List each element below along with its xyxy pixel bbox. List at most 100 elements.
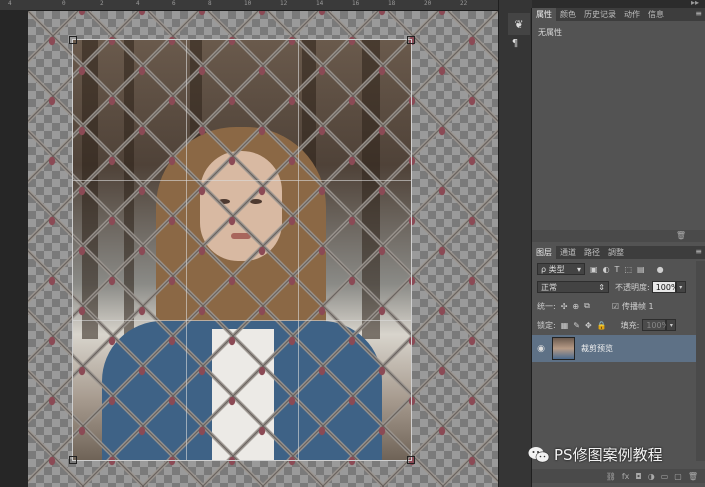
horizontal-ruler: 4 0 2 4 6 8 10 12 14 16 18 20 22 <box>0 0 500 11</box>
tab-paths[interactable]: 路径 <box>580 246 604 259</box>
tab-actions[interactable]: 动作 <box>620 8 644 21</box>
fence-knot <box>318 11 326 16</box>
unify-label: 统一: <box>537 301 556 311</box>
ruler-tick: 4 <box>8 0 12 7</box>
adjustment-icon[interactable]: ◑ <box>648 472 655 481</box>
crop-handle[interactable] <box>69 456 77 464</box>
fence-knot <box>48 156 56 166</box>
layer-filter-row: ρ 类型 ▾ ▣ ◐ T ⬚ ▤ ● <box>532 261 705 277</box>
fence-knot <box>468 216 476 226</box>
crop-handle[interactable] <box>407 456 415 464</box>
layer-thumbnail <box>552 337 575 360</box>
ruler-tick: 0 <box>62 0 66 7</box>
filter-kind-label: ρ 类型 <box>541 264 565 274</box>
properties-footer: 🗑 <box>532 230 705 242</box>
lock-image-icon[interactable]: ✎ <box>573 321 580 330</box>
visibility-eye-icon[interactable]: ◉ <box>534 344 548 354</box>
collapse-icon[interactable]: ▸▸ <box>691 0 699 7</box>
unify-position-icon[interactable]: ✣ <box>561 302 568 311</box>
new-layer-icon[interactable]: ▢ <box>674 472 682 481</box>
properties-body: 无属性 <box>532 21 705 241</box>
filter-shape-icon[interactable]: ⬚ <box>624 265 632 274</box>
layers-footer: ⛓ fx ◘ ◑ ▭ ▢ 🗑 <box>532 469 705 483</box>
ruler-tick: 8 <box>208 0 212 7</box>
filter-type-icon[interactable]: T <box>615 265 620 274</box>
vertical-ruler <box>0 10 28 487</box>
tab-channels[interactable]: 通道 <box>556 246 580 259</box>
fence-knot <box>198 11 206 16</box>
right-panel-dock: 属性 颜色 历史记录 动作 信息 ≡ 无属性 🗑 图层 通道 路径 調整 ≡ ρ… <box>531 8 705 487</box>
fence-knot <box>438 306 446 316</box>
ruler-tick: 16 <box>352 0 360 7</box>
mask-icon[interactable]: ◘ <box>635 472 641 481</box>
lock-position-icon[interactable]: ✥ <box>585 321 592 330</box>
filter-pixel-icon[interactable]: ▣ <box>590 265 598 274</box>
tab-layers[interactable]: 图层 <box>532 246 556 259</box>
propagate-label: 传播帧 1 <box>622 301 654 311</box>
fx-icon[interactable]: fx <box>622 472 630 481</box>
layer-row-selected[interactable]: ◉ 裁剪预览 <box>532 335 696 362</box>
paragraph-panel-icon[interactable]: ¶ <box>504 34 526 52</box>
crop-handle[interactable] <box>407 36 415 44</box>
unify-visibility-icon[interactable]: ⊕ <box>572 302 579 311</box>
unify-style-icon[interactable]: ⧉ <box>584 301 590 311</box>
filter-adjustment-icon[interactable]: ◐ <box>603 265 610 274</box>
blend-opacity-row: 正常 ⇕ 不透明度: 100% ▾ <box>532 279 705 295</box>
fence-knot <box>438 426 446 436</box>
layer-name[interactable]: 裁剪预览 <box>581 343 613 354</box>
blend-mode-select[interactable]: 正常 ⇕ <box>537 281 609 293</box>
trash-icon[interactable]: 🗑 <box>688 472 698 481</box>
fence-knot <box>378 11 386 16</box>
trash-icon[interactable]: 🗑 <box>676 231 686 240</box>
ruler-tick: 10 <box>244 0 252 7</box>
tab-info[interactable]: 信息 <box>644 8 668 21</box>
folder-icon[interactable]: ▭ <box>661 472 669 481</box>
link-icon[interactable]: ⛓ <box>606 472 616 481</box>
ruler-tick: 12 <box>280 0 288 7</box>
blend-mode-label: 正常 <box>541 282 557 292</box>
lock-fill-row: 锁定: ▦ ✎ ✥ 🔒 填充: 100% ▾ <box>532 317 705 333</box>
panel-menu-icon[interactable]: ≡ <box>695 247 702 256</box>
fill-label: 填充: <box>620 320 640 330</box>
filter-toggle-icon[interactable]: ● <box>657 265 664 274</box>
fence-knot <box>468 36 476 46</box>
unify-row: 统一: ✣ ⊕ ⧉ ☑ 传播帧 1 <box>532 298 705 314</box>
fence-knot <box>438 126 446 136</box>
fill-dropdown[interactable]: ▾ <box>666 319 677 331</box>
filter-smartobject-icon[interactable]: ▤ <box>637 265 645 274</box>
fence-knot <box>48 216 56 226</box>
panel-menu-icon[interactable]: ≡ <box>695 9 702 18</box>
tab-color[interactable]: 颜色 <box>556 8 580 21</box>
fence-knot <box>48 96 56 106</box>
fence-knot <box>468 96 476 106</box>
lock-all-icon[interactable]: 🔒 <box>597 321 607 330</box>
document-canvas[interactable] <box>28 11 498 487</box>
ruler-tick: 22 <box>460 0 468 7</box>
panel-dock-strip: A ¶ <box>498 0 532 487</box>
fence-knot <box>48 396 56 406</box>
propagate-checkbox[interactable]: ☑ <box>612 302 619 311</box>
fence-knot <box>468 456 476 466</box>
fill-input[interactable]: 100% <box>642 319 669 331</box>
tab-properties[interactable]: 属性 <box>532 8 556 21</box>
properties-tabbar: 属性 颜色 历史记录 动作 信息 ≡ <box>532 8 705 21</box>
filter-kind-select[interactable]: ρ 类型 ▾ <box>537 263 585 275</box>
ruler-tick: 2 <box>100 0 104 7</box>
ruler-tick: 20 <box>424 0 432 7</box>
fence-knot <box>438 366 446 376</box>
fence-knot <box>438 246 446 256</box>
lock-transparent-icon[interactable]: ▦ <box>561 321 569 330</box>
fence-knot <box>48 456 56 466</box>
opacity-input[interactable]: 100% <box>651 281 679 293</box>
ruler-tick: 14 <box>316 0 324 7</box>
fence-knot <box>48 276 56 286</box>
crop-handle[interactable] <box>69 36 77 44</box>
tab-adjustments[interactable]: 調整 <box>604 246 628 259</box>
wechat-logo-icon <box>528 446 550 462</box>
opacity-dropdown[interactable]: ▾ <box>675 281 686 293</box>
tool-presets-icon[interactable]: ❦ <box>508 13 530 35</box>
crop-frame[interactable] <box>69 36 415 464</box>
layers-scrollbar[interactable] <box>696 261 705 461</box>
ruler-tick: 4 <box>136 0 140 7</box>
tab-history[interactable]: 历史记录 <box>580 8 620 21</box>
